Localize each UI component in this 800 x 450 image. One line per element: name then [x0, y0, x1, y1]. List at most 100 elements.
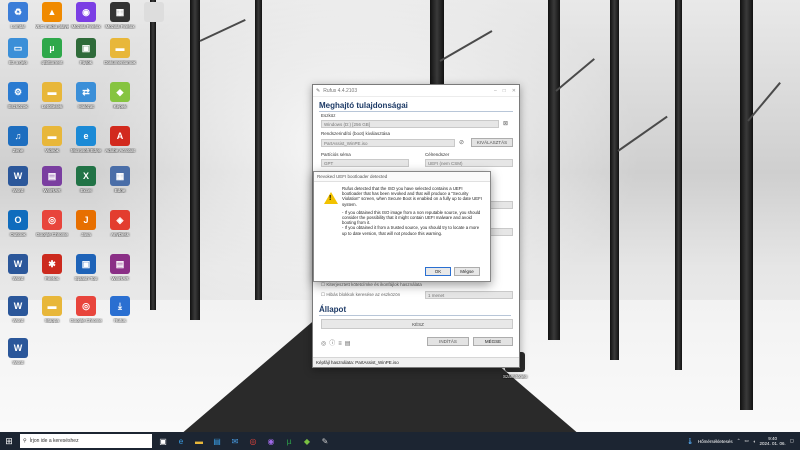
desktop-icon-label: Mappa	[45, 318, 59, 323]
desktop-icon[interactable]: ◆ Képek	[103, 82, 137, 118]
revoked-bootloader-dialog: Revoked UEFI bootloader detected ! Rufus…	[313, 171, 491, 282]
partition-scheme-select[interactable]: GPT	[321, 159, 409, 167]
explorer-taskbar-icon[interactable]: ▬	[192, 434, 206, 448]
start-button[interactable]: INDÍTÁS	[427, 337, 469, 346]
desktop-icon[interactable]: A Adobe Acrobat	[103, 126, 137, 162]
desktop-icon[interactable]: ▬ Videók	[35, 126, 69, 162]
desktop-icon[interactable]: O Outlook	[1, 210, 35, 246]
extended-label-option[interactable]: ☐ Kiterjesztett kötetcímke és ikonfájlok…	[321, 282, 422, 288]
desktop-icon[interactable]: e Microsoft Edge	[69, 126, 103, 162]
desktop-icon[interactable]: ▲ VLC media player	[35, 2, 69, 38]
desktop-icon[interactable]: ♻ Lomtár	[1, 2, 35, 38]
desktop-icon[interactable]: W Word	[1, 296, 35, 332]
desktop-icon-label: Word	[12, 318, 24, 323]
desktop-icon[interactable]: ◈ AnyDesk	[103, 210, 137, 246]
desktop-icon[interactable]: µ qBittorrent	[35, 38, 69, 74]
desktop-icon[interactable]: W Word	[1, 166, 35, 202]
tray-chevron-icon[interactable]: ⌃	[737, 438, 741, 444]
tree-trunk	[610, 0, 619, 360]
network-icon[interactable]: ▭	[744, 438, 748, 444]
weather-text[interactable]: Hőmérsékletesés	[698, 439, 733, 444]
chrome-icon: ◎	[76, 296, 96, 316]
desktop-icon-label: Google Chrome	[70, 318, 102, 323]
device-label: Eszköz	[321, 113, 336, 118]
desktop-icon[interactable]: ▣ Fájlok	[69, 38, 103, 74]
notification-icon[interactable]: ▢	[790, 438, 794, 444]
mail-taskbar-icon[interactable]: ✉	[228, 434, 242, 448]
desktop-icon[interactable]: J Java	[69, 210, 103, 246]
tree-trunk	[190, 0, 200, 320]
firefox-taskbar-icon[interactable]: ◉	[264, 434, 278, 448]
desktop-icon[interactable]: ⚙ Eszközök	[1, 82, 35, 118]
folder-icon: ▬	[42, 296, 62, 316]
app-taskbar-icon[interactable]: ◆	[300, 434, 314, 448]
globe-icon[interactable]: ◎	[321, 341, 329, 347]
word-icon: W	[8, 338, 28, 358]
desktop-icon[interactable]: ▦ Mozilla Firefox	[103, 2, 137, 38]
tool-icon: ⚙	[8, 82, 28, 102]
desktop-icon[interactable]: ◎ Google Chrome	[35, 210, 69, 246]
checksum-icon[interactable]: ⊘	[459, 139, 464, 146]
desktop-icon[interactable]: ⤓ Rufus	[103, 296, 137, 332]
bad-blocks-option[interactable]: ☐ Hibás blokkok keresése az eszközön	[321, 292, 400, 298]
desktop-icon-label: Word	[12, 276, 24, 281]
device-select[interactable]: Windows (D:) [256 GB]	[321, 120, 499, 128]
desktop-icon[interactable]: ▤ WinRAR	[103, 254, 137, 290]
log-icon[interactable]: ▤	[345, 341, 354, 347]
section-drive-properties: Meghajtó tulajdonságai	[319, 101, 513, 112]
target-system-select[interactable]: UEFI (nem CSM)	[425, 159, 513, 167]
cancel-button[interactable]: MÉGSE	[473, 337, 513, 346]
rufus-taskbar-icon[interactable]: ✎	[318, 434, 332, 448]
desktop-icon-label: Videók	[45, 148, 59, 153]
clock[interactable]: 9:40 2024. 01. 06.	[759, 436, 785, 447]
desktop-icon[interactable]: ▬ Dokumentumok	[103, 38, 137, 74]
dialog-cancel-button[interactable]: Mégse	[454, 267, 480, 276]
close-icon[interactable]: ✕	[512, 88, 516, 94]
desktop-icon[interactable]: W Word	[1, 254, 35, 290]
desktop-icon[interactable]: ▭ Ez a gép	[1, 38, 35, 74]
vlc-icon: ▲	[42, 2, 62, 22]
desktop-icon[interactable]: ▤ WinRAR	[35, 166, 69, 202]
desktop-icon[interactable]: W Word	[1, 338, 35, 374]
dialog-ok-button[interactable]: OK	[425, 267, 451, 276]
dialog-paragraph: Rufus detected that the ISO you have sel…	[342, 186, 482, 207]
utorrent-taskbar-icon[interactable]: µ	[282, 434, 296, 448]
desktop-icon[interactable]: ✱ Firefox	[35, 254, 69, 290]
desktop-icon[interactable]: ◎ Google Chrome	[69, 296, 103, 332]
desktop-icon-label: Dokumentumok	[104, 60, 136, 65]
tool-icons-row[interactable]: ◎ⓘ≡▤	[321, 338, 353, 347]
task-view-icon[interactable]: ▣	[156, 434, 170, 448]
save-drive-icon[interactable]: ⊠	[503, 120, 508, 127]
status-bar: KÉSZ	[321, 319, 513, 329]
start-button[interactable]: ⊞	[0, 432, 18, 450]
desktop-icon[interactable]: ▦ Edge	[103, 166, 137, 202]
chrome-taskbar-icon[interactable]: ◎	[246, 434, 260, 448]
desktop-icon[interactable]: ▬ Letöltések	[35, 82, 69, 118]
desktop-icon[interactable]: ▬ Mappa	[35, 296, 69, 332]
desktop-icon[interactable]: X Excel	[69, 166, 103, 202]
boot-selection-select[interactable]: PartAssist_WinPE.iso	[321, 139, 455, 147]
store-taskbar-icon[interactable]: ▤	[210, 434, 224, 448]
warning-icon: !	[324, 192, 338, 204]
bad-blocks-passes-select[interactable]: 1 menet	[425, 291, 513, 299]
thermometer-icon: 🌡	[686, 438, 694, 445]
tree-trunk	[150, 0, 156, 310]
window-titlebar[interactable]: ✎ Rufus 4.4.2103 – □ ✕	[313, 85, 519, 97]
desktop-icon[interactable]	[137, 2, 171, 38]
volume-icon[interactable]: ◖	[753, 439, 756, 444]
app-icon: ▣	[76, 38, 96, 58]
extended-label-text: Kiterjesztett kötetcímke és ikonfájlok h…	[326, 282, 422, 287]
edge-taskbar-icon[interactable]: e	[174, 434, 188, 448]
folder-icon: ▬	[42, 126, 62, 146]
info-icon[interactable]: ⓘ	[329, 341, 338, 347]
maximize-icon[interactable]: □	[503, 88, 506, 94]
desktop-icon[interactable]: ⇄ Hálózat	[69, 82, 103, 118]
desktop-icon[interactable]: ♫ Zene	[1, 126, 35, 162]
app-icon: ✱	[42, 254, 62, 274]
desktop-icon[interactable]: ▣ Splash Top	[69, 254, 103, 290]
checkbox-icon: ☐	[321, 282, 326, 287]
select-image-button[interactable]: KIVÁLASZTÁS	[471, 138, 513, 147]
desktop-icon[interactable]: ◉ Mozilla Firefox	[69, 2, 103, 38]
minimize-icon[interactable]: –	[494, 88, 497, 94]
taskbar-search-box[interactable]: ⚲ Írjon ide a kereséshez	[20, 434, 152, 448]
